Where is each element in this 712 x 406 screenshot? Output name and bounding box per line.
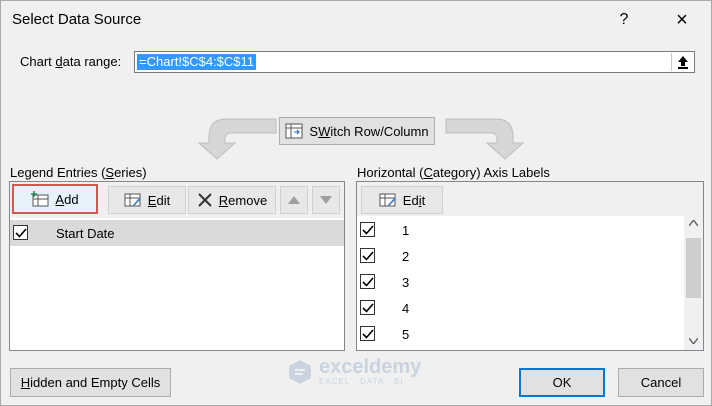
curved-arrow-left-icon <box>197 118 277 160</box>
axis-label-value: 3 <box>402 275 410 290</box>
axis-labels-header: Horizontal (Category) Axis Labels <box>357 165 550 180</box>
close-button[interactable]: × <box>667 7 697 33</box>
axis-label-checkbox[interactable] <box>360 326 375 341</box>
axis-label-value: 4 <box>402 301 410 316</box>
remove-series-button[interactable]: Remove <box>188 186 276 214</box>
help-button[interactable]: ? <box>609 7 639 33</box>
axis-label-checkbox[interactable] <box>360 222 375 237</box>
scroll-up-icon[interactable] <box>689 220 698 226</box>
switch-row-column-label: SWitch Row/Column <box>309 123 429 139</box>
edit-table-icon <box>124 193 141 207</box>
list-item[interactable]: 4 <box>357 294 683 320</box>
watermark-name: exceldemy <box>319 356 422 378</box>
checkmark-icon <box>361 328 374 339</box>
exceldemy-logo-icon <box>289 359 311 384</box>
watermark-tagline: EXCEL · DATA · BI <box>319 377 404 386</box>
edit-axis-labels-button[interactable]: Edit <box>361 186 443 214</box>
legend-entries-panel: Add Edit Remove Start Date <box>9 181 345 351</box>
list-item[interactable]: 1 <box>357 216 683 242</box>
axis-label-checkbox[interactable] <box>360 300 375 315</box>
scroll-thumb[interactable] <box>686 238 701 298</box>
edit-axis-label: Edit <box>402 192 426 208</box>
list-item[interactable]: 2 <box>357 242 683 268</box>
axis-label-checkbox[interactable] <box>360 248 375 263</box>
checkmark-icon <box>361 250 374 261</box>
add-label: Add <box>55 191 79 207</box>
axis-label-value: 2 <box>402 249 410 264</box>
add-series-button[interactable]: Add <box>12 184 98 214</box>
axis-label-value: 5 <box>402 327 410 342</box>
list-item[interactable]: 5 <box>357 320 683 346</box>
curved-arrow-right-icon <box>445 118 525 160</box>
vertical-scrollbar[interactable] <box>684 216 703 350</box>
hidden-empty-cells-button[interactable]: Hidden and Empty Cells <box>10 368 171 397</box>
move-down-button[interactable] <box>312 186 340 214</box>
checkmark-icon <box>361 224 374 235</box>
arrow-down-icon <box>320 196 332 204</box>
dialog-title: Select Data Source <box>12 11 142 28</box>
legend-entries-header: Legend Entries (Series) <box>10 165 147 180</box>
collapse-dialog-button[interactable] <box>671 53 693 71</box>
axis-label-value: 1 <box>402 223 410 238</box>
switch-row-column-button[interactable]: SWitch Row/Column <box>279 117 435 145</box>
scroll-down-icon[interactable] <box>689 338 698 344</box>
axis-label-checkbox[interactable] <box>360 274 375 289</box>
checkmark-icon <box>361 276 374 287</box>
axis-labels-panel: Edit 1 2 3 4 5 <box>356 181 704 351</box>
cancel-button[interactable]: Cancel <box>618 368 704 397</box>
add-table-icon <box>31 191 49 207</box>
list-item[interactable]: Start Date <box>10 220 344 246</box>
remove-x-icon <box>198 193 212 207</box>
chart-data-range-value: =Chart!$C$4:$C$11 <box>137 54 257 70</box>
switch-row-column-icon <box>285 123 303 139</box>
move-up-button[interactable] <box>280 186 308 214</box>
edit-table-icon <box>379 193 396 207</box>
hidden-empty-cells-label: Hidden and Empty Cells <box>20 375 161 390</box>
select-data-source-dialog: Select Data Source ? × Chart data range:… <box>0 0 712 406</box>
checkmark-icon <box>361 302 374 313</box>
collapse-arrow-icon <box>677 56 688 69</box>
series-label: Start Date <box>56 226 115 241</box>
chart-data-range-label: Chart data range: <box>20 54 122 69</box>
edit-series-button[interactable]: Edit <box>108 186 186 214</box>
exceldemy-watermark: exceldemy EXCEL · DATA · BI <box>287 357 421 386</box>
remove-label: Remove <box>218 192 268 208</box>
list-item[interactable]: 3 <box>357 268 683 294</box>
edit-series-label: Edit <box>147 192 171 208</box>
chart-data-range-input[interactable]: =Chart!$C$4:$C$11 <box>134 51 695 73</box>
arrow-up-icon <box>288 196 300 204</box>
checkmark-icon <box>14 227 27 238</box>
ok-button[interactable]: OK <box>519 368 605 397</box>
series-checkbox[interactable] <box>13 225 28 240</box>
watermark-text: exceldemy EXCEL · DATA · BI <box>319 357 421 386</box>
